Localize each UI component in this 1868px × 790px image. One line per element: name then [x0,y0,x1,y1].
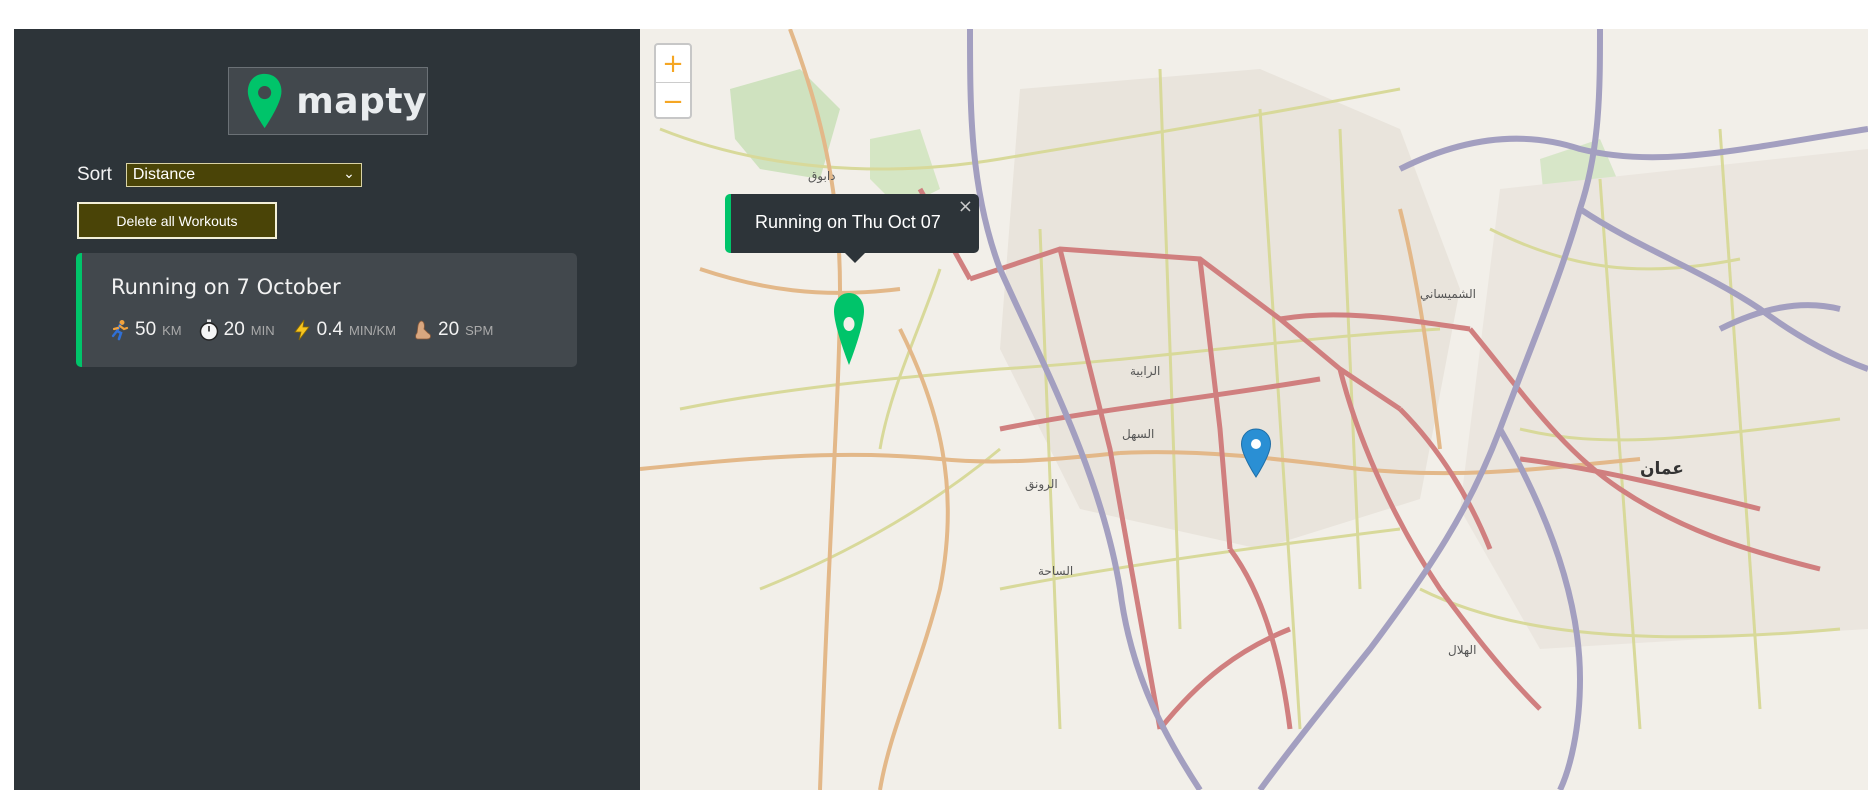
pace-value: 0.4 [316,319,344,340]
sort-label: Sort [77,164,112,185]
cadence-unit: SPM [465,323,494,338]
location-marker-icon[interactable] [1240,428,1272,478]
map-label-rawnaq: الرونق [1025,477,1058,491]
cadence-value: 20 [438,319,460,340]
sidebar: mapty Sort Distance ⌄ Delete all Workout… [14,29,640,790]
map[interactable]: دابوق الرابية الشميساني السهل الرونق الس… [640,29,1868,790]
map-label-sahl: السهل [1122,427,1155,441]
map-tiles[interactable] [640,29,1868,790]
workout-title: Running on 7 October [111,275,341,299]
zoom-in-button[interactable]: + [656,45,690,83]
map-label-sahaa: الساحة [1038,564,1074,578]
delete-all-workouts-button[interactable]: Delete all Workouts [77,202,277,239]
duration-value: 20 [223,319,245,340]
logo: mapty [228,67,428,135]
map-label-rabiyeh: الرابية [1130,364,1161,378]
workout-detail-cadence: 20 SPM [412,319,493,341]
close-icon[interactable]: × [958,196,973,217]
workout-detail-duration: 20 MIN [198,319,275,341]
workout-detail-distance: 50 KM [109,319,182,341]
sort-row: Sort Distance ⌄ [77,163,362,187]
lightning-icon [293,319,310,341]
brand-name: mapty [296,80,427,122]
distance-value: 50 [135,319,157,340]
duration-unit: MIN [250,323,275,338]
map-label-dabouq: دابوق [808,169,836,183]
stopwatch-icon [199,319,218,341]
chevron-down-icon: ⌄ [343,165,355,181]
sort-selected-value: Distance [132,166,196,183]
workout-details: 50 KM 20 MIN 0.4 MIN/KM 20 SPM [109,319,509,341]
zoom-out-button[interactable]: − [656,83,690,120]
foot-icon [415,320,431,340]
map-pin-logo-icon [247,73,282,129]
runner-icon [111,320,129,341]
sort-select[interactable]: Distance ⌄ [125,163,362,187]
map-label-shmeisani: الشميساني [1420,287,1476,301]
map-label-hilal: الهلال [1448,643,1477,657]
app: mapty Sort Distance ⌄ Delete all Workout… [14,29,1868,790]
pace-unit: MIN/KM [349,323,396,338]
map-label-amman: عمان [1640,459,1684,479]
popup-tip [843,251,867,263]
workout-detail-pace: 0.4 MIN/KM [291,319,396,341]
popup-text: Running on Thu Oct 07 [755,212,941,232]
distance-unit: KM [162,323,182,338]
workout-map-marker-icon[interactable] [832,291,866,367]
zoom-control: + − [654,43,692,119]
workout-popup[interactable]: Running on Thu Oct 07 × [725,194,979,263]
workout-item[interactable]: Running on 7 October 50 KM 20 MIN 0.4 MI… [76,253,577,367]
